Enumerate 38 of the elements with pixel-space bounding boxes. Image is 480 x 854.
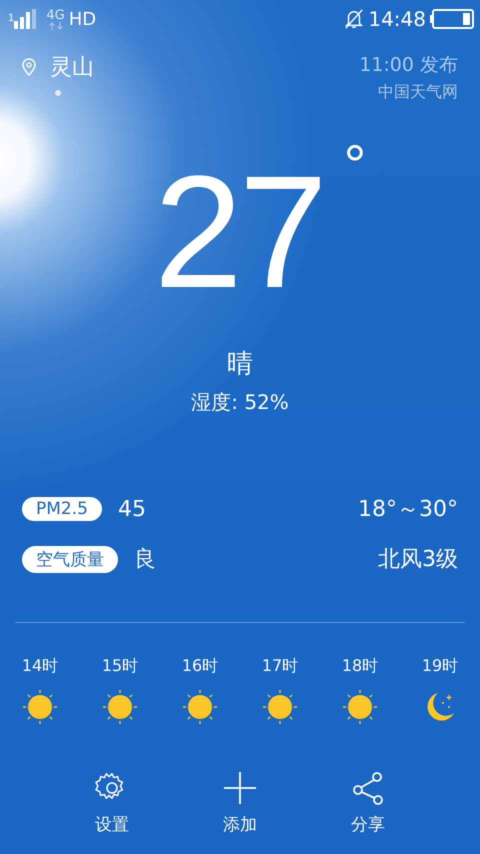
data-arrows-icon: [48, 22, 64, 30]
publish-time: 11:00 发布: [359, 53, 458, 78]
action-button[interactable]: 设置: [80, 771, 144, 836]
sun-icon: [182, 689, 218, 725]
action-button[interactable]: 分享: [336, 771, 400, 836]
battery-icon: [430, 9, 474, 29]
share-icon: [351, 771, 385, 805]
weather-condition: 晴: [226, 348, 254, 381]
sun-icon: [22, 689, 58, 725]
plus-icon: [223, 771, 257, 805]
city-name: 灵山: [50, 54, 94, 82]
sun-icon: [262, 689, 298, 725]
degree-symbol: °: [344, 132, 366, 197]
sim-label: 1: [8, 12, 14, 24]
hour-label: 18时: [342, 656, 378, 677]
temperature-range: 18°～30°: [358, 496, 458, 524]
wind: 北风3级: [378, 546, 458, 574]
sun-icon: [102, 689, 138, 725]
air-badge: PM2.5: [22, 497, 102, 521]
sun-icon: [342, 689, 378, 725]
network-label: 4G: [46, 8, 65, 22]
temperature: 27: [154, 152, 324, 312]
action-button[interactable]: 添加: [208, 771, 272, 836]
hour-label: 14时: [22, 656, 58, 677]
page-indicator-dot[interactable]: [55, 90, 61, 96]
weather-source: 中国天气网: [377, 82, 458, 103]
air-value: 良: [134, 546, 156, 574]
location-pin-icon: [22, 58, 36, 76]
air-badge: 空气质量: [22, 546, 118, 572]
humidity: 湿度: 52%: [190, 389, 290, 416]
hour-label: 19时: [422, 656, 458, 677]
hour-label: 15时: [102, 656, 138, 677]
hour-label: 16时: [182, 656, 218, 677]
signal-icon: [14, 9, 36, 29]
hd-label: HD: [68, 8, 96, 30]
hour-label: 17时: [262, 656, 298, 677]
air-value: 45: [118, 496, 146, 522]
clock-time: 14:48: [368, 7, 426, 31]
